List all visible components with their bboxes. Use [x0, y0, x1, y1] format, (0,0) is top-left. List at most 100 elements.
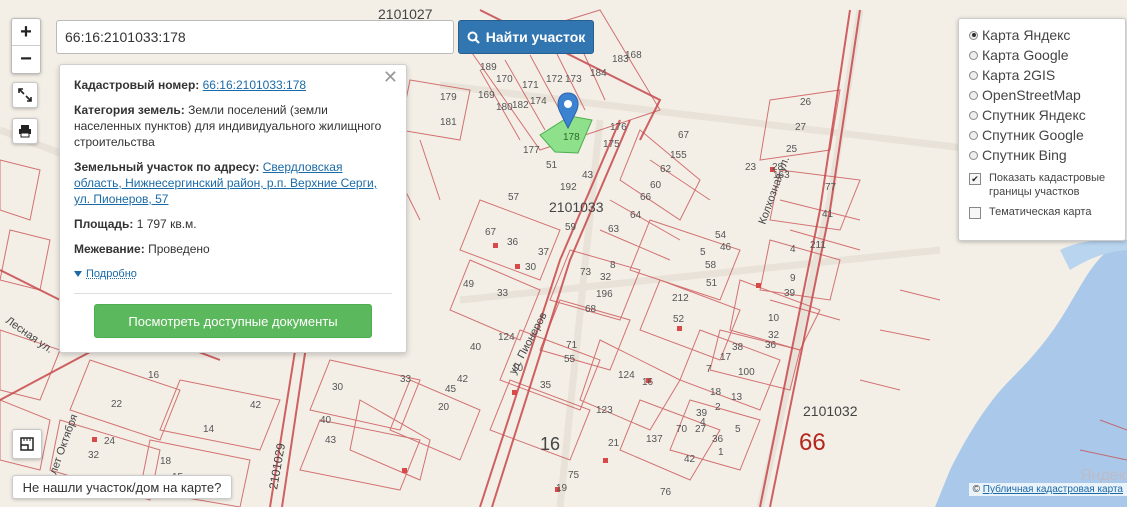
checkbox-checked-icon: ✔: [969, 173, 981, 185]
map-watermark: Яндекс: [1080, 467, 1127, 484]
layer-option-1[interactable]: Карта Google: [969, 45, 1115, 65]
parcel-number: 51: [546, 160, 558, 171]
parcel-number: 58: [705, 260, 717, 271]
layer-option-6[interactable]: Спутник Bing: [969, 145, 1115, 165]
layer-option-0[interactable]: Карта Яндекс: [969, 25, 1115, 45]
copyright-link[interactable]: Публичная кадастровая карта: [983, 484, 1123, 495]
printer-icon[interactable]: [12, 118, 38, 144]
close-icon[interactable]: ✕: [383, 68, 398, 86]
parcel-number: 100: [738, 367, 755, 378]
parcel-number: 17: [720, 352, 732, 363]
parcel-number: 173: [565, 74, 582, 85]
parcel-number: 5: [700, 247, 706, 258]
parcel-number: 42: [250, 400, 262, 411]
category-row: Категория земель: Земли поселений (земли…: [74, 102, 392, 150]
parcel-number: 36: [712, 434, 724, 445]
parcel-number: 67: [485, 227, 497, 238]
category-label: Категория земель:: [74, 103, 185, 117]
parcel-number: 176: [610, 122, 627, 133]
parcel-number: 124: [498, 332, 515, 343]
parcel-number: 21: [608, 438, 620, 449]
find-parcel-label: Найти участок: [485, 29, 586, 45]
parcel-number: 27: [795, 122, 807, 133]
parcel-number: 5: [735, 424, 741, 435]
parcel-number: 73: [580, 267, 592, 278]
parcel-number: 8: [610, 260, 616, 271]
parcel-number: 137: [646, 434, 663, 445]
checkbox-cadastral-borders[interactable]: ✔ Показать кадастровые границы участков: [969, 171, 1115, 199]
layer-option-label: Спутник Яндекс: [982, 107, 1086, 123]
parcel-number: 170: [496, 74, 513, 85]
parcel-number: 60: [650, 180, 662, 191]
parcel-number: 9: [790, 273, 796, 284]
checkbox-empty-icon: [969, 207, 981, 219]
radio-icon: [969, 50, 978, 60]
find-parcel-button[interactable]: Найти участок: [458, 20, 594, 54]
more-details-toggle[interactable]: Подробно: [74, 266, 392, 282]
parcel-number: 70: [676, 424, 688, 435]
parcel-number: 38: [732, 342, 744, 353]
parcel-number: 23: [745, 162, 757, 173]
parcel-number: 54: [715, 230, 727, 241]
ruler-icon[interactable]: [12, 429, 42, 459]
region-label: 66: [799, 429, 826, 456]
copyright: © Публичная кадастровая карта: [968, 483, 1127, 496]
quarter-label-right: 2101032: [803, 403, 858, 419]
checkbox-thematic-map-label: Тематическая карта: [989, 206, 1092, 218]
area-label: Площадь:: [74, 217, 134, 231]
layer-option-label: Карта Яндекс: [982, 27, 1071, 43]
parcel-number: 43: [582, 170, 594, 181]
parcel-number: 212: [672, 293, 689, 304]
cadastral-link[interactable]: 66:16:2101033:178: [203, 78, 306, 92]
parcel-number: 59: [565, 222, 577, 233]
parcel-number: 40: [320, 415, 332, 426]
cadastral-row: Кадастровый номер: 66:16:2101033:178: [74, 77, 392, 93]
expand-icon[interactable]: [12, 82, 38, 108]
layer-option-label: Спутник Bing: [982, 147, 1067, 163]
layer-option-label: Карта 2GIS: [982, 67, 1056, 83]
parcel-number: 20: [438, 402, 450, 413]
parcel-number: 123: [596, 405, 613, 416]
search-input[interactable]: [56, 20, 454, 54]
parcel-number: 62: [660, 164, 672, 175]
divider: [74, 293, 392, 294]
quarter-label-center: 2101033: [549, 199, 604, 215]
parcel-number: 63: [608, 224, 620, 235]
parcel-number: 55: [564, 354, 576, 365]
address-label: Земельный участок по адресу:: [74, 160, 260, 174]
checkbox-thematic-map[interactable]: Тематическая карта: [969, 205, 1115, 219]
zoom-control: + −: [11, 18, 41, 74]
parcel-number: 175: [603, 139, 620, 150]
parcel-number: 182: [512, 100, 529, 111]
layer-option-2[interactable]: Карта 2GIS: [969, 65, 1115, 85]
parcel-number: 155: [670, 150, 687, 161]
layer-option-3[interactable]: OpenStreetMap: [969, 85, 1115, 105]
parcel-number: 39: [784, 288, 796, 299]
parcel-number: 46: [720, 242, 732, 253]
parcel-number: 177: [523, 145, 540, 156]
minus-icon[interactable]: −: [12, 45, 40, 72]
parcel-number: 18: [160, 456, 172, 467]
parcel-number: 211: [810, 240, 826, 251]
parcel-number: 16: [642, 377, 654, 388]
parcel-number: 35: [540, 380, 552, 391]
parcel-number: 32: [600, 272, 612, 283]
radio-icon: [969, 90, 978, 100]
not-found-button[interactable]: Не нашли участок/дом на карте?: [12, 475, 232, 499]
selected-parcel-number: 178: [563, 132, 580, 143]
parcel-number: 68: [585, 304, 597, 315]
plus-icon[interactable]: +: [12, 19, 40, 45]
parcel-number: 36: [507, 237, 519, 248]
parcel-number: 14: [203, 424, 215, 435]
parcel-number: 76: [660, 487, 672, 498]
parcel-number: 22: [111, 399, 123, 410]
parcel-number: 77: [825, 182, 837, 193]
parcel-number: 180: [496, 102, 513, 113]
layer-option-5[interactable]: Спутник Google: [969, 125, 1115, 145]
radio-icon: [969, 150, 978, 160]
radio-icon: [969, 70, 978, 80]
layer-option-4[interactable]: Спутник Яндекс: [969, 105, 1115, 125]
view-documents-button[interactable]: Посмотреть доступные документы: [94, 304, 372, 338]
parcel-info-panel: ✕ Кадастровый номер: 66:16:2101033:178 К…: [59, 64, 407, 353]
more-details-label: Подробно: [86, 268, 137, 280]
